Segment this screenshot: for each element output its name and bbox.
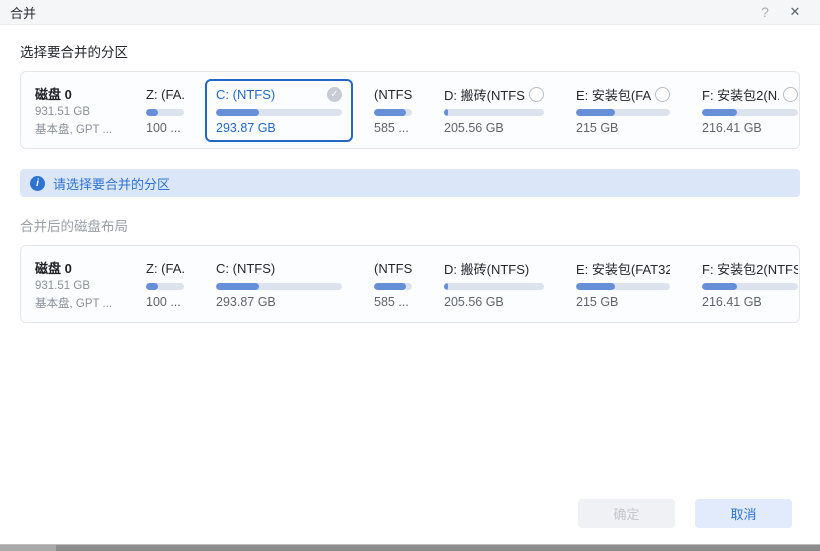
partition-label: F: 安装包2(N... [702,87,779,103]
usage-bar-fill [576,282,616,290]
usage-bar-fill [576,108,616,116]
result-layout-label: 合并后的磁盘布局 [20,219,128,234]
disk-size: 931.51 GB [35,279,90,292]
usage-bar-fill [146,108,159,116]
usage-bar-fill [374,108,407,116]
partition-label: C: (NTFS) [216,260,276,276]
usage-bar-fill [216,108,259,116]
usage-bar [702,282,798,290]
usage-bar [146,282,184,290]
partition-size: 205.56 GB [444,294,504,309]
window-edge-strip [0,544,820,551]
partition-label: (NTFS) [374,260,412,276]
partition-label: Z: (FA... [146,260,184,276]
usage-bar-fill [702,108,737,116]
disk-type: 基本盘, GPT ... [35,297,113,310]
partition-size: 216.41 GB [702,294,762,309]
partition-cell: (NTFS) 585 ... [363,253,423,316]
notice-bar: i 请选择要合并的分区 [20,169,800,197]
partition-cell: E: 安装包(FAT32) 215 GB [565,253,681,316]
usage-bar-fill [374,282,407,290]
usage-bar [374,108,412,116]
disk-size: 931.51 GB [35,105,90,118]
partition-size: 585 ... [374,294,409,309]
partition-cell: D: 搬砖(NTFS) 205.56 GB [433,253,555,316]
partition-cell[interactable]: C: (NTFS) ✓ 293.87 GB [205,78,353,142]
partition-size: 100 ... [146,294,181,309]
dialog-titlebar: 合并 ? ✕ [0,0,820,25]
usage-bar [576,282,670,290]
info-icon: i [30,175,45,191]
usage-bar-fill [444,282,448,290]
dialog-footer: 确定 取消 [578,499,792,528]
usage-bar-fill [216,282,259,290]
partition-list-result: Z: (FA... 100 ... C: (NTFS) 293.87 GB (NTFS)… [135,253,809,316]
usage-bar [146,108,184,116]
partition-cell[interactable]: (NTFS) 585 ... [363,79,423,142]
usage-bar [444,282,544,290]
usage-bar [216,282,342,290]
checkbox-icon[interactable] [783,86,798,102]
checkbox-icon[interactable] [655,86,670,102]
disk-name: 磁盘 0 [35,86,72,102]
partition-label: D: 搬砖(NTFS) [444,261,530,277]
disk-row-result: 磁盘 0 931.51 GB 基本盘, GPT ... Z: (FA... 100… [20,245,800,323]
window-edge-segment [0,545,56,551]
partition-size: 215 GB [576,120,619,135]
usage-bar [216,108,342,116]
usage-bar [444,108,544,116]
close-icon[interactable]: ✕ [780,4,810,20]
usage-bar-fill [146,282,159,290]
partition-label: E: 安装包(FA... [576,87,651,103]
disk-row-select: 磁盘 0 931.51 GB 基本盘, GPT ... Z: (FA... 100… [20,71,800,149]
help-icon[interactable]: ? [750,4,780,20]
checkbox-icon[interactable] [529,86,544,102]
notice-text: 请选择要合并的分区 [53,176,171,192]
merge-dialog: 合并 ? ✕ 选择要合并的分区 磁盘 0 931.51 GB 基本盘, GPT … [0,0,820,551]
partition-cell: F: 安装包2(NTFS) 216.41 GB [691,253,809,316]
ok-button[interactable]: 确定 [578,499,675,528]
partition-cell[interactable]: D: 搬砖(NTFS) 205.56 GB [433,79,555,142]
partition-size: 293.87 GB [216,294,276,309]
partition-size: 205.56 GB [444,120,504,135]
checkbox-checked-icon[interactable]: ✓ [327,86,342,102]
partition-cell[interactable]: F: 安装包2(N... 216.41 GB [691,79,809,142]
usage-bar [702,108,798,116]
disk-type: 基本盘, GPT ... [35,123,113,136]
usage-bar [374,282,412,290]
usage-bar-fill [444,108,448,116]
dialog-body: 选择要合并的分区 磁盘 0 931.51 GB 基本盘, GPT ... Z: … [0,41,820,323]
partition-label: E: 安装包(FAT32) [576,261,670,277]
disk-name: 磁盘 0 [35,260,72,276]
partition-cell[interactable]: Z: (FA... 100 ... [135,79,195,142]
disk-info: 磁盘 0 931.51 GB 基本盘, GPT ... [31,258,125,311]
partition-size: 216.41 GB [702,120,762,135]
partition-label: Z: (FA... [146,86,184,102]
partition-cell: C: (NTFS) 293.87 GB [205,253,353,316]
partition-size: 293.87 GB [216,120,276,135]
partition-label: C: (NTFS) [216,86,276,102]
partition-cell[interactable]: E: 安装包(FA... 215 GB [565,79,681,142]
cancel-button[interactable]: 取消 [695,499,792,528]
partition-label: F: 安装包2(NTFS) [702,261,798,277]
partition-label: D: 搬砖(NTFS) [444,87,525,103]
partition-size: 585 ... [374,120,409,135]
dialog-title: 合并 [10,5,37,21]
usage-bar [576,108,670,116]
disk-info: 磁盘 0 931.51 GB 基本盘, GPT ... [31,84,125,137]
select-partitions-label: 选择要合并的分区 [20,45,128,60]
partition-size: 215 GB [576,294,619,309]
partition-label: (NTFS) [374,86,412,102]
partition-list-select: Z: (FA... 100 ... C: (NTFS) ✓ 293.87 GB (NTFS… [135,78,809,142]
usage-bar-fill [702,282,737,290]
partition-cell: Z: (FA... 100 ... [135,253,195,316]
partition-size: 100 ... [146,120,181,135]
